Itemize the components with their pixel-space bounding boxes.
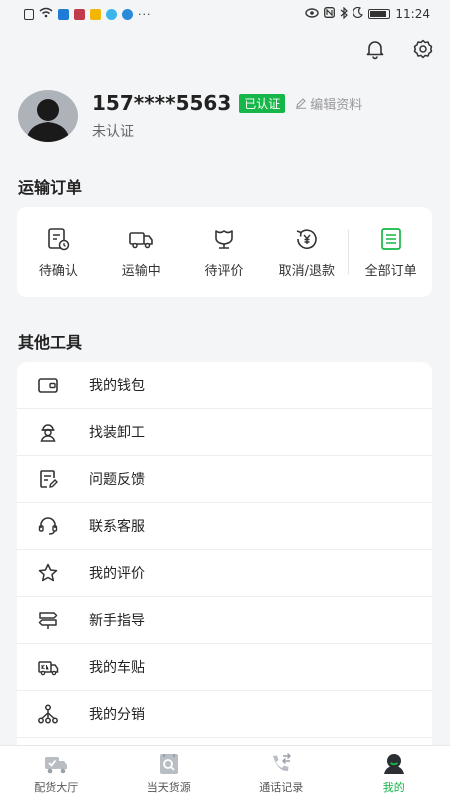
bluetooth-icon <box>340 6 349 22</box>
worker-icon <box>40 424 56 442</box>
settings-gear-icon[interactable] <box>412 38 434 64</box>
order-pending-review[interactable]: 待评价 <box>183 207 266 297</box>
truck-icon <box>129 231 153 248</box>
tool-my-reviews[interactable]: 我的评价 <box>17 550 432 597</box>
profile-icon <box>383 753 404 774</box>
pending-confirm-icon <box>48 227 70 250</box>
tool-find-loader[interactable]: 找装卸工 <box>17 409 432 456</box>
tools-list: 我的钱包 找装卸工 问题反馈 联系客服 我的评价 新手指导 我的车贴 我的分销 <box>17 362 432 752</box>
orders-section-title: 运输订单 <box>18 178 83 197</box>
tool-label: 联系客服 <box>89 519 145 535</box>
tab-label: 通话记录 <box>259 780 304 794</box>
all-orders-icon <box>380 227 401 250</box>
order-label: 待评价 <box>204 263 244 279</box>
signpost-icon <box>38 612 58 629</box>
edit-profile-link[interactable]: 编辑资料 <box>295 94 362 113</box>
profile-header[interactable]: 157****5563 已认证 编辑资料 未认证 <box>18 90 362 142</box>
tool-wallet[interactable]: 我的钱包 <box>17 362 432 409</box>
tool-label: 问题反馈 <box>89 472 145 488</box>
order-in-transit[interactable]: 运输中 <box>100 207 183 297</box>
more-notifications: ··· <box>138 7 152 21</box>
app-notification-icon <box>90 8 101 20</box>
wallet-icon <box>38 378 58 393</box>
app-notification-icon <box>74 8 85 20</box>
tab-profile[interactable]: 我的 <box>338 746 450 800</box>
clock: 11:24 <box>395 7 430 21</box>
wifi-icon <box>39 7 53 21</box>
review-icon <box>215 229 233 249</box>
verification-status: 未认证 <box>92 124 134 140</box>
status-bar: ··· 11:24 <box>0 0 450 28</box>
status-right: 11:24 <box>305 6 430 22</box>
app-notification-icon <box>106 8 117 20</box>
tool-feedback[interactable]: 问题反馈 <box>17 456 432 503</box>
headset-icon <box>38 517 58 535</box>
pencil-icon <box>296 98 307 109</box>
status-left: ··· <box>24 7 152 21</box>
tab-cargo-hall[interactable]: 配货大厅 <box>0 746 113 800</box>
nfc-icon <box>324 7 336 21</box>
sim-icon <box>24 8 34 20</box>
tool-label: 我的评价 <box>89 566 145 582</box>
order-label: 全部订单 <box>364 263 417 279</box>
order-cancel-refund[interactable]: 取消/退款 <box>265 207 348 297</box>
call-log-icon <box>273 752 292 771</box>
tool-label: 我的钱包 <box>89 378 145 394</box>
truck-sticker-icon <box>38 661 59 676</box>
tool-label: 找装卸工 <box>89 425 145 441</box>
cargo-hall-icon <box>45 756 68 773</box>
tab-label: 配货大厅 <box>34 780 79 794</box>
refund-icon <box>296 228 317 249</box>
battery-icon <box>368 9 391 19</box>
avatar[interactable] <box>18 90 78 142</box>
today-cargo-icon <box>159 753 178 774</box>
tool-label: 我的分销 <box>89 707 145 723</box>
app-notification-icon <box>122 8 133 20</box>
tab-call-log[interactable]: 通话记录 <box>225 746 338 800</box>
tool-customer-service[interactable]: 联系客服 <box>17 503 432 550</box>
order-pending-confirm[interactable]: 待确认 <box>17 207 100 297</box>
phone-number: 157****5563 <box>92 91 232 115</box>
orders-card: 待确认 运输中 待评价 取消/退款 全部订单 <box>17 207 432 297</box>
header-actions <box>364 38 434 64</box>
tool-truck-sticker[interactable]: 我的车贴 <box>17 644 432 691</box>
order-all[interactable]: 全部订单 <box>349 207 432 297</box>
profile-row: 157****5563 已认证 编辑资料 <box>92 91 362 115</box>
moon-icon <box>352 6 364 21</box>
tool-beginner-guide[interactable]: 新手指导 <box>17 597 432 644</box>
tool-label: 我的车贴 <box>89 660 145 676</box>
distribution-icon <box>38 704 58 724</box>
bell-icon[interactable] <box>364 38 386 64</box>
profile-info: 157****5563 已认证 编辑资料 未认证 <box>92 91 362 141</box>
feedback-icon <box>40 470 58 488</box>
tool-label: 新手指导 <box>89 613 145 629</box>
app-notification-icon <box>58 8 69 20</box>
order-label: 运输中 <box>121 263 161 279</box>
order-label: 待确认 <box>38 263 78 279</box>
tab-label: 我的 <box>382 780 405 794</box>
verified-badge: 已认证 <box>239 93 286 113</box>
edit-profile-label: 编辑资料 <box>310 97 363 113</box>
order-label: 取消/退款 <box>278 263 335 279</box>
tab-label: 当天货源 <box>146 780 191 794</box>
eye-icon <box>305 7 320 21</box>
star-icon <box>38 563 58 582</box>
bottom-tab-bar: 配货大厅 当天货源 通话记录 我的 <box>0 745 450 800</box>
tab-today-cargo[interactable]: 当天货源 <box>113 746 226 800</box>
tools-section-title: 其他工具 <box>18 333 83 352</box>
tool-distribution[interactable]: 我的分销 <box>17 691 432 738</box>
